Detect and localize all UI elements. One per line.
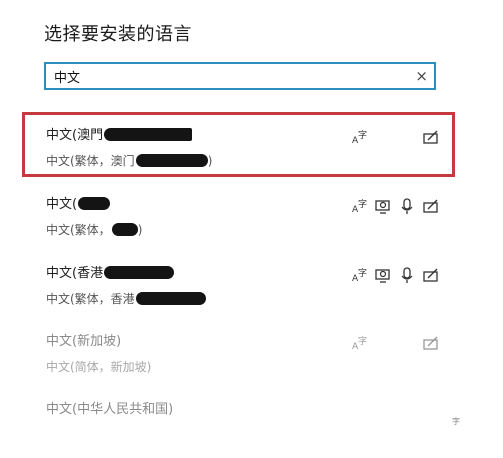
redaction-mark	[111, 223, 138, 236]
mic-icon	[398, 266, 416, 284]
svg-text:字: 字	[358, 129, 367, 141]
language-region: 中文(繁体，香港	[46, 290, 206, 307]
selection-highlight	[22, 112, 455, 177]
svg-text:字: 字	[358, 198, 367, 210]
text-icon: A字	[352, 197, 370, 215]
svg-text:字: 字	[452, 416, 460, 426]
close-icon[interactable]: ×	[415, 66, 428, 86]
language-name: 中文(中华人民共和国)	[46, 402, 174, 417]
language-name: 中文(新加坡)	[46, 334, 122, 349]
svg-text:字: 字	[358, 267, 367, 279]
mic-icon	[398, 197, 416, 215]
redaction-mark	[78, 197, 111, 210]
text-icon: A字	[352, 266, 370, 284]
handwriting-icon	[422, 334, 440, 352]
text-icon: A字	[352, 334, 370, 352]
language-region: 中文(简体，新加坡)	[46, 360, 152, 374]
text-icon: 字	[450, 412, 468, 430]
page-title: 选择要安装的语言	[44, 24, 192, 45]
speech-icon	[374, 266, 392, 284]
handwriting-icon	[422, 197, 440, 215]
language-item-prc[interactable]: 中文(中华人民共和国)	[24, 398, 454, 458]
svg-text:字: 字	[358, 335, 367, 347]
language-region: 中文(繁体，)	[46, 223, 143, 237]
redaction-mark	[135, 292, 206, 305]
redaction-mark	[104, 266, 175, 279]
search-input[interactable]	[46, 64, 414, 88]
text-icon: A字	[352, 128, 370, 146]
language-item-singapore[interactable]: 中文(新加坡) 中文(简体，新加坡)	[24, 330, 454, 390]
handwriting-icon	[422, 128, 440, 146]
handwriting-icon	[422, 266, 440, 284]
speech-icon	[374, 197, 392, 215]
search-box[interactable]: ×	[44, 62, 436, 90]
language-name: 中文(香港	[46, 262, 175, 281]
language-name: 中文(	[46, 193, 111, 212]
